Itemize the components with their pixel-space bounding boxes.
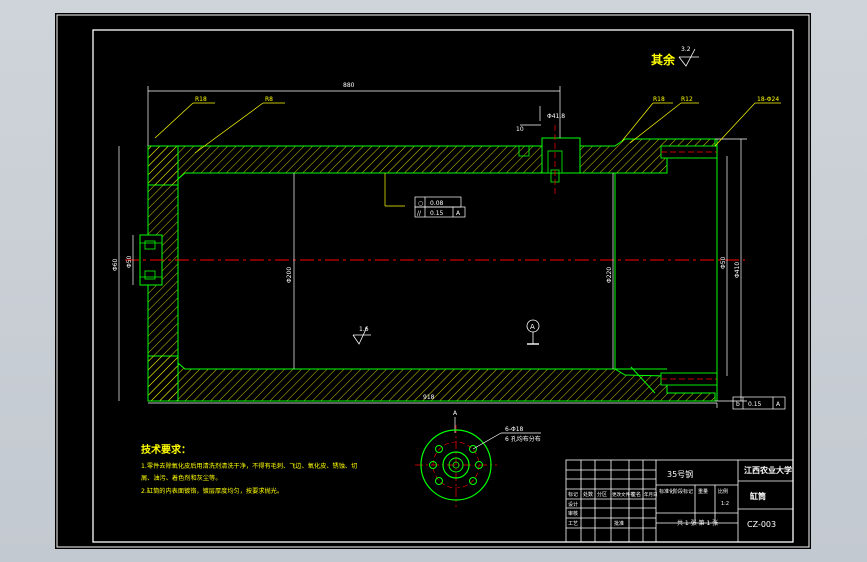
tol2-value: 0.15	[430, 210, 444, 217]
tol2-datum: A	[456, 210, 461, 217]
roughness-other-label: 其余	[651, 52, 676, 67]
dim-right-shoulder: Φ50	[720, 256, 727, 269]
dim-chamfer-left2: R8	[265, 96, 273, 103]
role-0: 设计	[568, 501, 578, 508]
tol3-symbol: b	[736, 401, 740, 408]
hdr-2: 分区	[597, 491, 607, 498]
mid-label-1: 阶段标记	[673, 488, 693, 495]
roughness-bore-symbol: 1.6	[352, 326, 371, 345]
dim-port-dia: Φ41.8	[547, 113, 565, 120]
role-3: 批准	[614, 520, 624, 527]
roughness-other-note: 其余 3.2	[651, 46, 699, 67]
datum-marker: A	[526, 319, 540, 345]
dim-inner-dia-right: Φ220	[606, 267, 613, 283]
university-label: 江西农业大学	[744, 465, 792, 475]
tol2-symbol: //	[417, 210, 422, 217]
dim-left-boss2: Φ50	[126, 255, 133, 268]
sheet-info-label: 共 1 张 第 1 张	[677, 519, 718, 527]
mid-label-2: 重量	[698, 488, 708, 495]
hdr-0: 标记	[568, 491, 578, 498]
dim-thread-note: 18-Φ24	[757, 96, 779, 103]
part-name-label: 缸筒	[749, 491, 766, 501]
dim-overall-top: 880	[343, 82, 355, 89]
tech-title: 技术要求：	[141, 443, 191, 456]
end-view-note: 6 孔均布分布	[505, 435, 541, 443]
dimension-labels: 880 918 R18 R8 R18 R12 18-Φ24 Φ41.8 10 Φ…	[112, 82, 779, 401]
drawing-number-label: CZ-003	[747, 520, 776, 529]
role-2: 工艺	[568, 521, 578, 527]
dim-outer-dia-right: Φ410	[734, 262, 741, 278]
dim-left-boss: Φ60	[112, 258, 119, 271]
tech-requirements: 技术要求： 1.零件去除氧化皮后用清洗剂清洗干净，不得有毛刺、飞边、氧化皮、锈蚀…	[141, 443, 357, 495]
cad-viewport[interactable]: 880 918 R18 R8 R18 R12 18-Φ24 Φ41.8 10 Φ…	[0, 0, 867, 562]
dim-chamfer-right: R18	[653, 96, 665, 103]
mid-label-0: 标准化	[659, 488, 674, 495]
dim-port-depth: 10	[516, 126, 524, 133]
tolerance-frame-2: // 0.15 A	[414, 206, 466, 218]
tech-line-2: 屑、油污、着色剂和灰尘等。	[141, 474, 221, 482]
svg-text:A: A	[453, 410, 458, 417]
tech-line-3: 2.缸筒的内表面镀铬，镀层厚度均匀，按要求抛光。	[141, 487, 283, 495]
dim-chamfer-left: R18	[195, 96, 207, 103]
datum-letter: A	[530, 323, 535, 331]
scale-label: 1:2	[721, 501, 729, 507]
drawing-canvas: 880 918 R18 R8 R18 R12 18-Φ24 Φ41.8 10 Φ…	[56, 14, 810, 548]
dim-chamfer-right2: R12	[681, 96, 693, 103]
hdr-5: 年月日	[644, 491, 658, 498]
hdr-4: 签名	[631, 491, 641, 498]
title-block-text: 35号钢 江西农业大学 缸筒 CZ-003 共 1 张 第 1 张 标准化 阶段…	[568, 465, 792, 529]
end-view-holes: 6-Φ18	[505, 426, 524, 433]
tech-line-1: 1.零件去除氧化皮后用清洗剂清洗干净，不得有毛刺、飞边、氧化皮、锈蚀、切	[141, 462, 357, 470]
end-view: A 6-Φ18 6 孔均布分布	[415, 410, 541, 507]
mid-label-3: 比例	[718, 488, 728, 495]
material-label: 35号钢	[667, 469, 693, 479]
dim-overall-bottom: 918	[423, 394, 435, 401]
tolerance-frame-1: ○ 0.08	[414, 196, 462, 208]
dimensions	[118, 86, 781, 408]
dim-bore-dia: Φ200	[286, 267, 293, 283]
tol1-value: 0.08	[430, 200, 444, 207]
top-wall-section	[147, 138, 716, 186]
tol3-datum: A	[776, 401, 781, 408]
roughness-other-value: 3.2	[681, 46, 691, 53]
cylinder-section-view	[125, 125, 745, 402]
drawing-sheet[interactable]: 880 918 R18 R8 R18 R12 18-Φ24 Φ41.8 10 Φ…	[55, 13, 811, 549]
role-1: 审核	[568, 510, 578, 517]
tol3-value: 0.15	[748, 401, 762, 408]
hdr-1: 处数	[583, 491, 593, 498]
tol1-symbol: ○	[418, 200, 423, 207]
roughness-bore-value: 1.6	[359, 326, 369, 333]
